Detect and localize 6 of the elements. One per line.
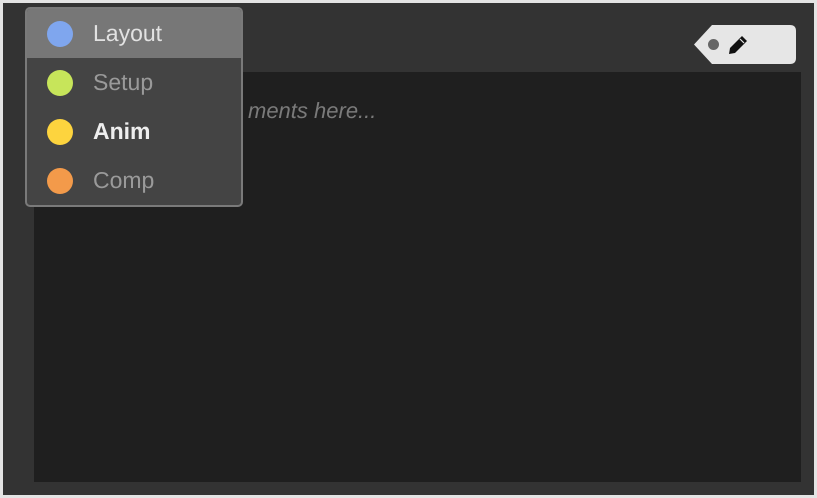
menu-item-label: Comp	[93, 166, 154, 196]
menu-item-label: Anim	[93, 117, 150, 146]
menu-item[interactable]: Layout	[27, 9, 241, 58]
menu-item-label: Layout	[93, 19, 162, 48]
pencil-icon	[728, 34, 748, 54]
placeholder-text: ments here...	[248, 98, 376, 123]
